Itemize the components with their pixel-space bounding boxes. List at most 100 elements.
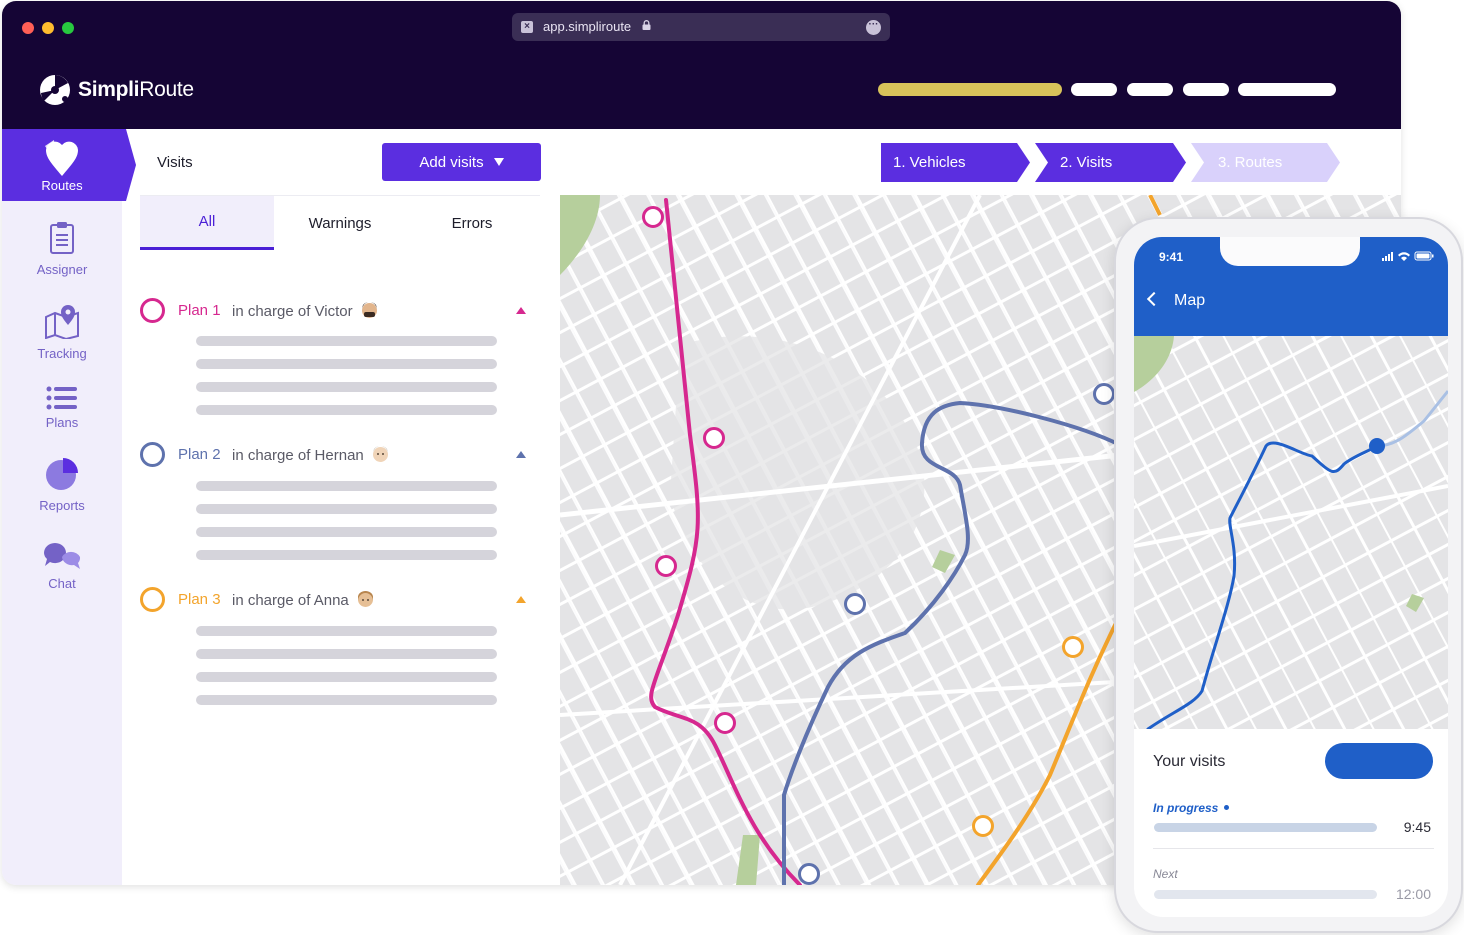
header-highlight-bar[interactable] <box>878 83 1062 96</box>
sidebar-item-label: Tracking <box>37 346 87 361</box>
sidebar-item-label: Reports <box>39 498 85 513</box>
stop-marker[interactable] <box>1062 636 1084 658</box>
sidebar-item-plans[interactable]: Plans <box>2 385 122 430</box>
visit-placeholder-line <box>196 527 497 537</box>
plan-color-ring-icon <box>140 442 165 467</box>
maximize-window-button[interactable] <box>62 22 74 34</box>
stop-marker[interactable] <box>844 593 866 615</box>
visit-placeholder-line <box>196 626 497 636</box>
site-favicon-icon: × <box>521 21 533 33</box>
visit-placeholder-line <box>1154 823 1377 832</box>
add-visits-label: Add visits <box>419 153 484 171</box>
phone-map[interactable] <box>1134 336 1448 729</box>
phone-notch <box>1220 237 1360 266</box>
stop-marker[interactable] <box>1093 383 1115 405</box>
plan-description: in charge of Victor <box>232 302 378 320</box>
collapse-plan-icon[interactable] <box>516 307 526 314</box>
lock-icon <box>642 20 651 30</box>
visits-sheet: Your visits In progress 9:45 Next 12:00 <box>1134 729 1448 917</box>
tab-all[interactable]: All <box>140 196 274 250</box>
plan-description: in charge of Anna <box>232 591 374 609</box>
visit-placeholder-line <box>196 359 497 369</box>
stage: × app.simpliroute ··· SimpliRoute Routes… <box>0 0 1464 935</box>
brand-name: SimpliRoute <box>78 78 194 101</box>
clipboard-icon <box>50 222 74 254</box>
next-label: Next <box>1153 867 1178 881</box>
plan-color-ring-icon <box>140 587 165 612</box>
header-menu-bar[interactable] <box>1238 83 1336 96</box>
collapse-plan-icon[interactable] <box>516 451 526 458</box>
brand-logo[interactable]: SimpliRoute <box>38 73 194 107</box>
sidebar-item-assigner[interactable]: Assigner <box>2 221 122 277</box>
sidebar-item-label: Routes <box>41 178 83 193</box>
visit-placeholder-line <box>196 481 497 491</box>
more-options-icon[interactable]: ··· <box>866 20 881 35</box>
sidebar-item-label: Assigner <box>36 262 88 277</box>
plan-name: Plan 3 <box>178 591 221 608</box>
plan-color-ring-icon <box>140 298 165 323</box>
sidebar-item-label: Plans <box>45 415 79 430</box>
title-bar: × app.simpliroute ··· SimpliRoute <box>2 1 1401 129</box>
visit-placeholder-line <box>1154 890 1377 899</box>
visit-placeholder-line <box>196 405 497 415</box>
step-routes[interactable] <box>1191 143 1341 182</box>
tab-errors[interactable]: Errors <box>406 196 538 250</box>
phone-screen: 9:41 Map Your visits In progress 9:45 Ne… <box>1134 237 1448 917</box>
stop-marker[interactable] <box>703 427 725 449</box>
visit-placeholder-line <box>196 695 497 705</box>
sidebar-item-reports[interactable]: Reports <box>2 457 122 513</box>
visits-action-button[interactable] <box>1325 743 1433 779</box>
list-icon <box>46 386 77 410</box>
plan-description: in charge of Hernan <box>232 446 389 464</box>
stop-marker[interactable] <box>972 815 994 837</box>
visit-placeholder-line <box>196 504 497 514</box>
address-bar[interactable]: × app.simpliroute ··· <box>512 13 890 41</box>
driver-avatar-icon <box>372 446 388 462</box>
in-progress-label: In progress <box>1153 801 1230 815</box>
stop-marker[interactable] <box>655 555 677 577</box>
step-visits[interactable] <box>1035 143 1187 182</box>
active-tab-notch <box>122 129 136 201</box>
caret-down-icon <box>493 158 504 166</box>
stop-marker[interactable] <box>798 863 820 885</box>
visit-placeholder-line <box>196 550 497 560</box>
sidebar-item-chat[interactable]: Chat <box>2 541 122 591</box>
divider <box>1153 848 1434 849</box>
stop-marker[interactable] <box>714 712 736 734</box>
visit-placeholder-line <box>196 382 497 392</box>
collapse-plan-icon[interactable] <box>516 596 526 603</box>
status-dot-icon <box>1224 805 1230 810</box>
driver-avatar-icon <box>361 302 377 318</box>
driver-avatar-icon <box>357 591 373 607</box>
map-streets <box>1134 336 1448 729</box>
close-window-button[interactable] <box>22 22 34 34</box>
back-arrow-icon[interactable] <box>1146 291 1162 307</box>
tab-warnings[interactable]: Warnings <box>274 196 406 250</box>
header-menu-bar[interactable] <box>1183 83 1229 96</box>
simpliroute-logo-icon <box>40 75 70 105</box>
map-pin-heart-icon <box>45 140 78 176</box>
phone-map-canvas[interactable] <box>1134 336 1448 729</box>
step-vehicles[interactable] <box>881 143 1031 182</box>
current-location-marker[interactable] <box>1369 438 1385 454</box>
sidebar: Routes Assigner Tracking Plans Reports C… <box>2 129 122 885</box>
phone-header: 9:41 Map <box>1134 237 1448 336</box>
sidebar-item-routes[interactable]: Routes <box>2 129 122 201</box>
visit-filter-tabs: All Warnings Errors <box>140 195 540 250</box>
sidebar-item-label: Chat <box>48 576 76 591</box>
visit-placeholder-line <box>196 336 497 346</box>
stop-marker[interactable] <box>642 206 664 228</box>
add-visits-button[interactable]: Add visits <box>382 143 541 181</box>
visit-placeholder-line <box>196 649 497 659</box>
status-icons <box>1382 251 1434 261</box>
pie-chart-icon <box>46 458 78 490</box>
plan-name: Plan 2 <box>178 446 221 463</box>
header-menu-bar[interactable] <box>1127 83 1173 96</box>
header-menu-bar[interactable] <box>1071 83 1117 96</box>
minimize-window-button[interactable] <box>42 22 54 34</box>
url-text: app.simpliroute <box>543 19 632 34</box>
sidebar-item-tracking[interactable]: Tracking <box>2 303 122 361</box>
visits-title: Your visits <box>1153 753 1226 770</box>
chat-bubbles-icon <box>44 543 81 569</box>
plan-name: Plan 1 <box>178 302 221 319</box>
